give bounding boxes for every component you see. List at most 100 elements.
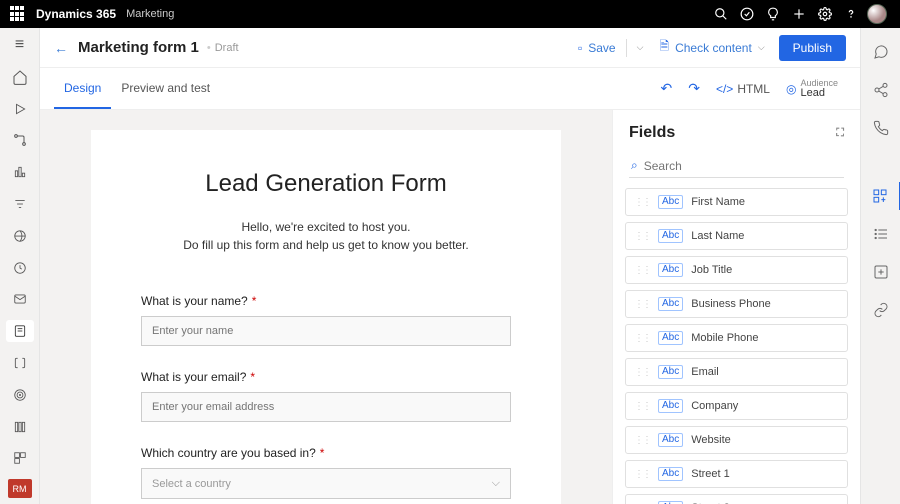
- form-heading: Lead Generation Form: [141, 170, 511, 198]
- clock-icon[interactable]: [6, 257, 34, 279]
- publish-button[interactable]: Publish: [779, 35, 846, 61]
- field-label: What is your name?*: [141, 294, 511, 308]
- field-item[interactable]: ⋮⋮ Abc Business Phone: [625, 290, 848, 318]
- brand-label: Dynamics 365: [36, 7, 116, 21]
- text-field-icon: Abc: [658, 433, 683, 447]
- email-input[interactable]: [141, 392, 511, 422]
- chevron-down-icon: ⌵: [758, 42, 765, 53]
- form-icon[interactable]: [6, 320, 34, 342]
- panel-title: Fields: [629, 124, 675, 142]
- field-item[interactable]: ⋮⋮AbcCompany: [625, 392, 848, 420]
- grip-icon: ⋮⋮: [634, 333, 650, 344]
- country-select[interactable]: Select a country ⌵: [141, 468, 511, 499]
- field-item[interactable]: ⋮⋮ Abc Last Name: [625, 222, 848, 250]
- add-tab-icon[interactable]: [867, 258, 895, 286]
- play-icon[interactable]: [6, 98, 34, 120]
- redo-button[interactable]: ↷: [680, 80, 708, 97]
- global-topbar: Dynamics 365 Marketing: [0, 0, 900, 28]
- field-item[interactable]: ⋮⋮AbcStreet 2: [625, 494, 848, 504]
- mail-icon[interactable]: [6, 289, 34, 311]
- grip-icon: ⋮⋮: [634, 231, 650, 242]
- field-item[interactable]: ⋮⋮AbcStreet 1: [625, 460, 848, 488]
- undo-button[interactable]: ↶: [652, 80, 680, 97]
- chat-icon[interactable]: [867, 38, 895, 66]
- left-nav: ≡ RM: [0, 28, 40, 504]
- target-icon[interactable]: [6, 384, 34, 406]
- check-content-button[interactable]: 🗎 Check content ⌵: [651, 33, 772, 62]
- field-item-label: Business Phone: [691, 298, 771, 310]
- field-item-label: Website: [691, 434, 731, 446]
- home-icon[interactable]: [6, 66, 34, 88]
- form-intro: Hello, we're excited to host you. Do fil…: [141, 218, 511, 254]
- grip-icon: ⋮⋮: [634, 265, 650, 276]
- list-tab-icon[interactable]: [867, 220, 895, 248]
- search-icon: ⌕: [631, 158, 638, 173]
- journey-icon[interactable]: [6, 129, 34, 151]
- back-button[interactable]: ←: [54, 40, 68, 56]
- fields-panel: Fields ⛶ ⌕ ⋮⋮AbcFirst Name ⋮⋮ Abc Last Name…: [612, 110, 860, 504]
- brackets-icon[interactable]: [6, 352, 34, 374]
- save-button[interactable]: ▫ Save: [570, 37, 624, 59]
- grip-icon: ⋮⋮: [634, 469, 650, 480]
- search-icon[interactable]: [708, 0, 734, 28]
- field-item[interactable]: ⋮⋮ Abc Website: [625, 426, 848, 454]
- document-icon: 🗎: [659, 37, 669, 58]
- audience-icon: ◎: [786, 82, 796, 96]
- field-item-label: Last Name: [691, 230, 744, 242]
- grip-icon: ⋮⋮: [634, 401, 650, 412]
- grip-icon: ⋮⋮: [634, 435, 650, 446]
- module-label: Marketing: [126, 8, 174, 20]
- menu-toggle-icon[interactable]: ≡: [6, 34, 34, 56]
- save-icon: ▫: [578, 41, 582, 55]
- tab-design[interactable]: Design: [54, 68, 111, 109]
- avatar[interactable]: [864, 0, 890, 28]
- globe-icon[interactable]: [6, 225, 34, 247]
- form-canvas-area[interactable]: Lead Generation Form Hello, we're excite…: [40, 110, 612, 504]
- code-icon: </>: [716, 82, 733, 96]
- tab-preview[interactable]: Preview and test: [111, 68, 220, 109]
- field-item[interactable]: ⋮⋮ Abc Mobile Phone: [625, 324, 848, 352]
- field-label: Which country are you based in?*: [141, 446, 511, 460]
- page-header: ← Marketing form 1 Draft ▫ Save ⌵ 🗎 Chec…: [40, 28, 860, 68]
- plus-icon[interactable]: [786, 0, 812, 28]
- expand-icon[interactable]: ⛶: [836, 127, 844, 140]
- link-tab-icon[interactable]: [867, 296, 895, 324]
- grip-icon: ⋮⋮: [634, 367, 650, 378]
- audience-selector[interactable]: ◎ Audience Lead: [778, 79, 846, 99]
- app-launcher-icon[interactable]: [10, 6, 26, 22]
- field-item[interactable]: ⋮⋮AbcJob Title: [625, 256, 848, 284]
- help-icon[interactable]: [838, 0, 864, 28]
- search-input[interactable]: [644, 159, 842, 173]
- tab-bar: Design Preview and test ↶ ↷ </> HTML ◎ A…: [40, 68, 860, 110]
- grip-icon: ⋮⋮: [634, 299, 650, 310]
- right-dock: [860, 28, 900, 504]
- text-field-icon: Abc: [658, 229, 683, 243]
- filter-icon[interactable]: [6, 193, 34, 215]
- elements-tab-icon[interactable]: [861, 182, 900, 210]
- area-switcher[interactable]: RM: [8, 479, 32, 498]
- dashboard-icon[interactable]: [6, 448, 34, 470]
- form-field: What is your name?*: [141, 294, 511, 346]
- analytics-icon[interactable]: [6, 161, 34, 183]
- phone-icon[interactable]: [867, 114, 895, 142]
- text-field-icon: Abc: [658, 331, 683, 345]
- page-title: Marketing form 1: [78, 39, 199, 56]
- text-field-icon: Abc: [658, 467, 683, 481]
- task-icon[interactable]: [734, 0, 760, 28]
- name-input[interactable]: [141, 316, 511, 346]
- field-item-label: Email: [691, 366, 719, 378]
- field-search[interactable]: ⌕: [629, 154, 844, 178]
- lightbulb-icon[interactable]: [760, 0, 786, 28]
- library-icon[interactable]: [6, 416, 34, 438]
- html-toggle[interactable]: </> HTML: [708, 82, 778, 96]
- share-icon[interactable]: [867, 76, 895, 104]
- text-field-icon: Abc: [658, 297, 683, 311]
- form-field: What is your email?*: [141, 370, 511, 422]
- field-item-label: Mobile Phone: [691, 332, 758, 344]
- gear-icon[interactable]: [812, 0, 838, 28]
- field-item[interactable]: ⋮⋮AbcFirst Name: [625, 188, 848, 216]
- save-dropdown[interactable]: ⌵: [629, 38, 652, 57]
- field-item[interactable]: ⋮⋮AbcEmail: [625, 358, 848, 386]
- field-label: What is your email?*: [141, 370, 511, 384]
- form-field: Which country are you based in?* Select …: [141, 446, 511, 499]
